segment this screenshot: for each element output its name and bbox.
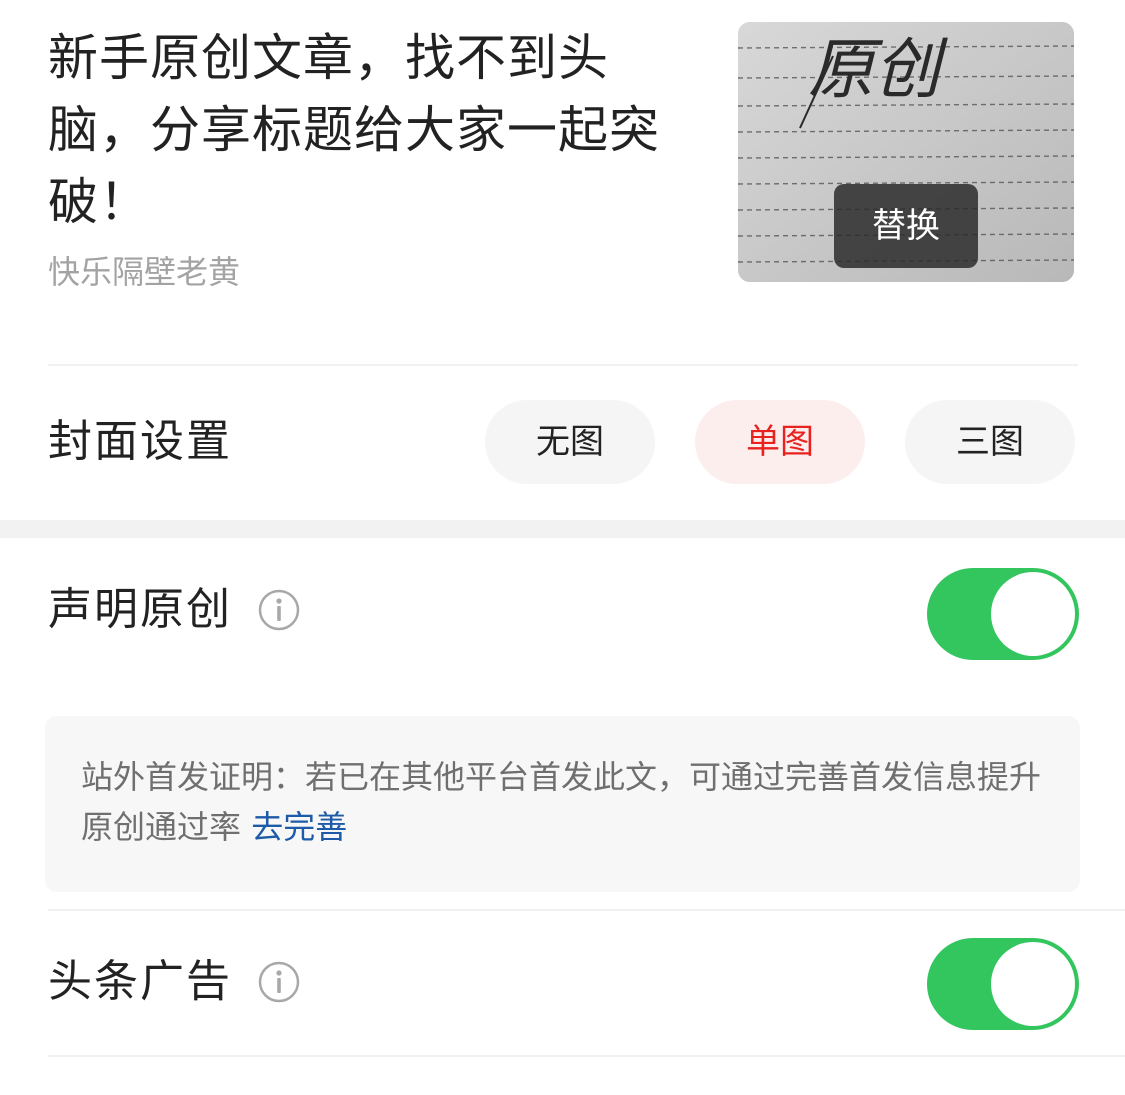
info-circle-icon[interactable]: [258, 961, 300, 1003]
article-author: 快乐隔壁老黄: [48, 253, 241, 291]
declare-original-toggle[interactable]: [927, 568, 1079, 660]
cover-option-single[interactable]: 单图: [695, 400, 865, 484]
complete-info-link[interactable]: 去完善: [251, 808, 347, 846]
divider: [48, 909, 1125, 911]
headline-ads-label: 头条广告: [48, 956, 232, 1007]
replace-cover-button[interactable]: 替换: [834, 184, 978, 268]
divider: [48, 1055, 1125, 1057]
divider: [48, 364, 1078, 366]
headline-ads-toggle[interactable]: [927, 938, 1079, 1030]
cover-thumbnail[interactable]: 原创 替换: [738, 22, 1074, 282]
cover-option-none[interactable]: 无图: [485, 400, 655, 484]
cover-option-three[interactable]: 三图: [905, 400, 1075, 484]
article-publish-settings: 新手原创文章，找不到头脑，分享标题给大家一起突破！ 快乐隔壁老黄 原创 替换 封…: [0, 0, 1125, 1095]
cover-setting-label: 封面设置: [48, 416, 232, 467]
info-circle-icon[interactable]: [258, 589, 300, 631]
section-separator: [0, 520, 1125, 538]
notice-text: 站外首发证明：若已在其他平台首发此文，可通过完善首发信息提升原创通过率: [81, 758, 1042, 846]
cover-handwriting: 原创: [808, 31, 948, 108]
toggle-knob: [991, 942, 1075, 1026]
declare-original-label: 声明原创: [48, 584, 232, 635]
first-publish-notice: 站外首发证明：若已在其他平台首发此文，可通过完善首发信息提升原创通过率 去完善: [45, 716, 1080, 892]
article-title: 新手原创文章，找不到头脑，分享标题给大家一起突破！: [48, 29, 660, 231]
toggle-knob: [991, 572, 1075, 656]
